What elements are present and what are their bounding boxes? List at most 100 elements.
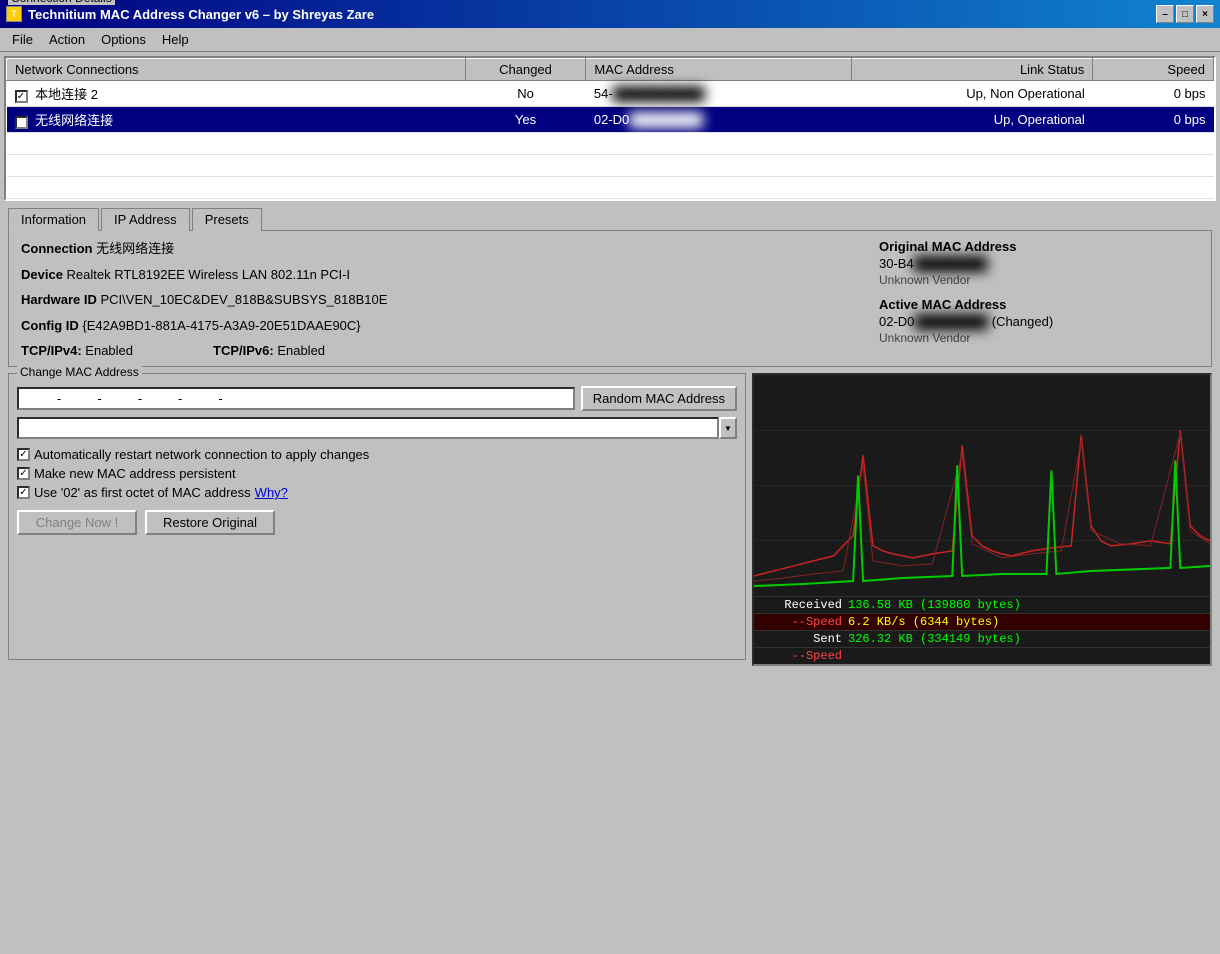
minimize-button[interactable]: – (1156, 5, 1174, 23)
random-mac-button[interactable]: Random MAC Address (581, 386, 737, 411)
title-bar: T Technitium MAC Address Changer v6 – by… (0, 0, 1220, 28)
octet-5[interactable] (186, 391, 214, 406)
row2-checkbox[interactable]: ✓ (15, 116, 28, 129)
why-link[interactable]: Why? (255, 485, 288, 500)
active-vendor: Unknown Vendor (879, 331, 1199, 345)
graph-canvas (754, 375, 1210, 596)
config-id-row: Config ID {E42A9BD1-881A-4175-A3A9-20E51… (21, 316, 849, 336)
sep-5: - (218, 391, 222, 406)
sent-speed-label: --Speed (758, 649, 848, 663)
details-grid: Connection 无线网络连接 Device Realtek RTL8192… (21, 239, 1199, 358)
menu-bar: File Action Options Help (0, 28, 1220, 52)
sep-3: - (138, 391, 142, 406)
received-value: 136.58 KB (139860 bytes) (848, 598, 1021, 612)
sent-label: Sent (758, 632, 848, 646)
menu-options[interactable]: Options (93, 30, 154, 49)
dropdown-arrow[interactable]: ▼ (719, 417, 737, 439)
table-row[interactable]: ✓ 无线网络连接 Yes 02-D0████████ Up, Operation… (7, 107, 1214, 133)
original-vendor: Unknown Vendor (879, 273, 1199, 287)
connection-row: Connection 无线网络连接 (21, 239, 849, 259)
octet-6[interactable] (227, 391, 255, 406)
preset-dropdown-input[interactable] (17, 417, 719, 439)
received-label: Received (758, 598, 848, 612)
row2-link-status: Up, Operational (851, 107, 1092, 133)
received-speed-value: 6.2 KB/s (6344 bytes) (848, 615, 999, 629)
details-title: Connection Details (8, 0, 115, 5)
graph-stats: Received 136.58 KB (139860 bytes) --Spee… (754, 596, 1210, 664)
change-mac-title: Change MAC Address (17, 365, 142, 379)
tab-ip-address[interactable]: IP Address (101, 208, 190, 231)
col-speed: Speed (1093, 59, 1214, 81)
tabs-section: Information IP Address Presets Connectio… (4, 207, 1216, 367)
connection-label: Connection (21, 241, 93, 256)
table-row-empty (7, 133, 1214, 155)
menu-file[interactable]: File (4, 30, 41, 49)
table-row-empty (7, 177, 1214, 199)
checkbox1-row: ✓ Automatically restart network connecti… (17, 447, 737, 462)
main-content: Network Connections Changed MAC Address … (0, 52, 1220, 670)
row2-mac-blurred: ████████ (629, 112, 703, 127)
restore-button[interactable]: □ (1176, 5, 1194, 23)
row2-mac: 02-D0████████ (586, 107, 852, 133)
app-icon: T (6, 6, 22, 22)
sent-speed-row: --Speed (754, 647, 1210, 664)
octet-2[interactable] (65, 391, 93, 406)
mac-octets: - - - - - (17, 387, 575, 410)
menu-action[interactable]: Action (41, 30, 93, 49)
sep-1: - (57, 391, 61, 406)
active-mac-title: Active MAC Address (879, 297, 1199, 312)
menu-help[interactable]: Help (154, 30, 197, 49)
network-table: Network Connections Changed MAC Address … (6, 58, 1214, 199)
row1-mac: 54-██████████ (586, 81, 852, 107)
change-now-button[interactable]: Change Now ! (17, 510, 137, 535)
graph-svg (754, 375, 1210, 596)
window-title: Technitium MAC Address Changer v6 – by S… (28, 7, 374, 22)
network-table-container: Network Connections Changed MAC Address … (4, 56, 1216, 201)
checkbox3[interactable]: ✓ (17, 486, 30, 499)
checkbox1-label: Automatically restart network connection… (34, 447, 369, 462)
connection-details-panel: Connection Details Connection 无线网络连接 Dev… (8, 230, 1212, 367)
tab-bar: Information IP Address Presets (4, 207, 1216, 230)
sep-4: - (178, 391, 182, 406)
col-mac-address: MAC Address (586, 59, 852, 81)
row1-speed: 0 bps (1093, 81, 1214, 107)
action-buttons: Change Now ! Restore Original (17, 510, 737, 535)
mac-input-row: - - - - - Random MAC Address (17, 386, 737, 411)
hardware-id-row: Hardware ID PCI\VEN_10EC&DEV_818B&SUBSYS… (21, 290, 849, 310)
octet-4[interactable] (146, 391, 174, 406)
checkbox2-row: ✓ Make new MAC address persistent (17, 466, 737, 481)
restore-original-button[interactable]: Restore Original (145, 510, 275, 535)
col-network-connections: Network Connections (7, 59, 466, 81)
row2-speed: 0 bps (1093, 107, 1214, 133)
active-mac-value: 02-D0████████ (Changed) (879, 314, 1199, 329)
tcp-row: TCP/IPv4: EnabledTCP/IPv6: Enabled (21, 343, 849, 358)
details-left: Connection 无线网络连接 Device Realtek RTL8192… (21, 239, 849, 358)
received-speed-label: --Speed (758, 615, 848, 629)
octet-1[interactable] (25, 391, 53, 406)
sent-value: 326.32 KB (334149 bytes) (848, 632, 1021, 646)
checkbox1[interactable]: ✓ (17, 448, 30, 461)
row1-name: 本地连接 2 (35, 87, 98, 102)
col-changed: Changed (465, 59, 586, 81)
checkbox3-row: ✓ Use '02' as first octet of MAC address… (17, 485, 737, 500)
octet-3[interactable] (106, 391, 134, 406)
sep-2: - (97, 391, 101, 406)
window-controls: – □ × (1156, 5, 1214, 23)
original-mac-value: 30-B4████████ (879, 256, 1199, 271)
tab-presets[interactable]: Presets (192, 208, 262, 231)
received-row: Received 136.58 KB (139860 bytes) (754, 596, 1210, 613)
table-row[interactable]: ✓ 本地连接 2 No 54-██████████ Up, Non Operat… (7, 81, 1214, 107)
dropdown-row: ▼ (17, 417, 737, 439)
change-mac-box: Change MAC Address - - - - - Random MAC … (8, 373, 746, 660)
row1-checkbox[interactable]: ✓ (15, 90, 28, 103)
table-row-empty (7, 155, 1214, 177)
active-mac-blurred: ████████ (914, 314, 988, 329)
row2-name: 无线网络连接 (35, 113, 113, 128)
close-button[interactable]: × (1196, 5, 1214, 23)
original-mac-title: Original MAC Address (879, 239, 1199, 254)
tab-information[interactable]: Information (8, 208, 99, 231)
received-speed-row: --Speed 6.2 KB/s (6344 bytes) (754, 613, 1210, 630)
checkbox2[interactable]: ✓ (17, 467, 30, 480)
device-row: Device Realtek RTL8192EE Wireless LAN 80… (21, 265, 849, 285)
sent-row: Sent 326.32 KB (334149 bytes) (754, 630, 1210, 647)
